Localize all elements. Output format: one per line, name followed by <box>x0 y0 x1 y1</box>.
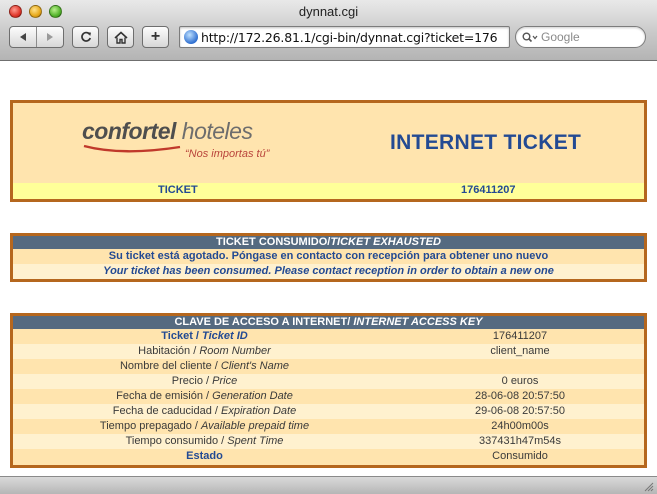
ticket-header-panel: confortel hoteles “Nos importas tú” INTE… <box>10 100 647 202</box>
table-row: Habitación / Room Number client_name <box>13 344 644 359</box>
home-group <box>107 26 134 48</box>
search-field[interactable]: Google <box>515 26 646 48</box>
access-key-heading: CLAVE DE ACCESO A INTERNET/ INTERNET ACC… <box>13 316 644 329</box>
add-bookmark-group: + <box>142 26 169 48</box>
reload-group <box>72 26 99 48</box>
table-row: Tiempo consumido / Spent Time 337431h47m… <box>13 434 644 449</box>
access-key-table: Ticket / Ticket ID 176411207 Habitación … <box>13 329 644 464</box>
search-placeholder: Google <box>541 30 580 44</box>
back-button[interactable] <box>10 27 36 47</box>
exhausted-heading: TICKET CONSUMIDO/TICKET EXHAUSTED <box>13 236 644 249</box>
browser-toolbar: dynnat.cgi + http://172.26.81.1/cgi-bin/… <box>0 0 657 61</box>
history-nav-group <box>9 26 64 48</box>
reload-button[interactable] <box>73 27 98 47</box>
exhausted-message-en: Your ticket has been consumed. Please co… <box>13 264 644 279</box>
ticket-strip: TICKET 176411207 <box>13 183 644 199</box>
ticket-label: TICKET <box>158 184 198 196</box>
access-key-panel: CLAVE DE ACCESO A INTERNET/ INTERNET ACC… <box>10 313 647 468</box>
address-url: http://172.26.81.1/cgi-bin/dynnat.cgi?ti… <box>201 29 498 45</box>
table-row: Tiempo prepagado / Available prepaid tim… <box>13 419 644 434</box>
table-row: Fecha de caducidad / Expiration Date 29-… <box>13 404 644 419</box>
table-row: Fecha de emisión / Generation Date 28-06… <box>13 389 644 404</box>
ticket-exhausted-panel: TICKET CONSUMIDO/TICKET EXHAUSTED Su tic… <box>10 233 647 282</box>
home-icon <box>113 30 128 44</box>
confortel-logo: confortel hoteles “Nos importas tú” <box>82 118 282 168</box>
logo-word-main: confortel <box>82 118 176 144</box>
add-bookmark-button[interactable]: + <box>143 27 168 47</box>
logo-tagline: “Nos importas tú” <box>185 148 270 160</box>
reload-icon <box>80 31 91 42</box>
window-title: dynnat.cgi <box>298 4 359 19</box>
logo-swoosh-icon <box>83 144 181 153</box>
exhausted-message-es: Su ticket está agotado. Póngase en conta… <box>13 249 644 264</box>
globe-icon <box>184 30 198 44</box>
table-row: Estado Consumido <box>13 449 644 464</box>
page-title: INTERNET TICKET <box>390 131 582 154</box>
table-row: Nombre del cliente / Client's Name <box>13 359 644 374</box>
forward-arrow-icon <box>47 33 54 41</box>
status-bar <box>0 476 657 494</box>
resize-grip-icon[interactable] <box>642 480 654 492</box>
search-icon <box>522 32 538 43</box>
page-content: confortel hoteles “Nos importas tú” INTE… <box>0 62 657 476</box>
table-row: Ticket / Ticket ID 176411207 <box>13 329 644 344</box>
home-button[interactable] <box>108 27 133 47</box>
forward-button[interactable] <box>36 27 63 47</box>
address-bar[interactable]: http://172.26.81.1/cgi-bin/dynnat.cgi?ti… <box>179 26 510 48</box>
ticket-number: 176411207 <box>461 184 516 196</box>
table-row: Precio / Price 0 euros <box>13 374 644 389</box>
back-arrow-icon <box>20 33 27 41</box>
logo-word-second: hoteles <box>181 118 253 144</box>
browser-window: dynnat.cgi + http://172.26.81.1/cgi-bin/… <box>0 0 657 494</box>
